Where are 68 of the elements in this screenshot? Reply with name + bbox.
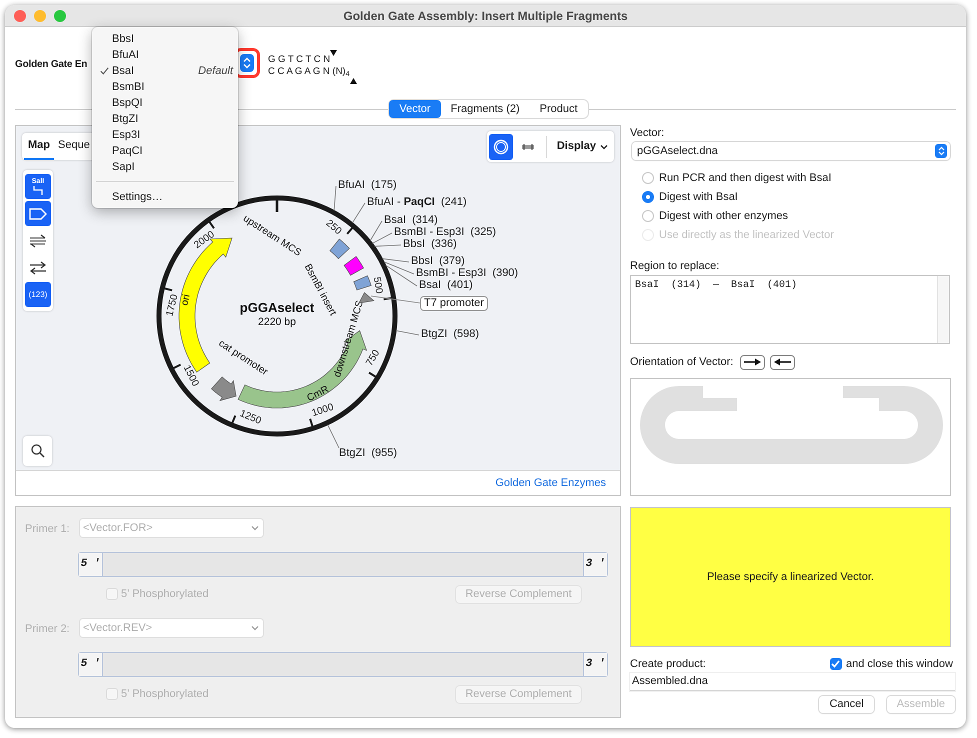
site-label[interactable]: BsaI (314): [384, 214, 438, 227]
radio-label: Use directly as the linearized Vector: [659, 228, 834, 243]
menu-item[interactable]: BbsI: [96, 31, 234, 47]
scale-label: 1000: [310, 402, 336, 420]
primer-label: Primer 1:: [25, 523, 70, 535]
region-label: Region to replace:: [630, 259, 720, 272]
radio-label: Run PCR and then digest with BsaI: [659, 170, 832, 186]
feature-label: CmR: [305, 384, 331, 404]
site-sequence-top: G G T C T C N: [268, 54, 330, 66]
orientation-label: Orientation of Vector:: [630, 354, 734, 370]
tab[interactable]: Vector: [389, 100, 441, 118]
product-label: Create product:: [630, 656, 706, 672]
radio-label: Digest with BsaI: [659, 190, 738, 205]
scale-label: 1750: [164, 293, 180, 318]
checkbox-label: and close this window: [846, 656, 953, 672]
message-text: Please specify a linearized Vector.: [707, 570, 874, 585]
radio-label: Digest with other enzymes: [659, 208, 788, 224]
menu-item[interactable]: BtgZI: [96, 111, 234, 127]
five-prime-label: 5 ': [79, 553, 103, 576]
checkbox-label: 5’ Phosphorylated: [121, 586, 209, 602]
plasmid-length: 2220 bp: [258, 316, 296, 328]
region-text: BsaI (314) — BsaI (401): [634, 278, 798, 293]
checkbox-label: 5’ Phosphorylated: [121, 686, 209, 702]
three-prime-label: 3 ': [583, 653, 607, 676]
scale-label: 1500: [180, 364, 201, 388]
enzymes-link[interactable]: Golden Gate Enzymes: [495, 474, 606, 492]
view-tab[interactable]: Seque: [54, 133, 94, 160]
scale-label: 750: [364, 348, 382, 368]
site-label[interactable]: BfuAI - PaqCI (241): [367, 196, 467, 209]
feature-label: ori: [179, 293, 193, 307]
view-tab[interactable]: Map: [24, 133, 54, 160]
vector-label: Vector:: [630, 126, 666, 139]
menu-item[interactable]: SapI: [96, 159, 234, 175]
region-text-area[interactable]: BsaI (314) — BsaI (401): [630, 275, 950, 344]
tab[interactable]: Fragments (2): [440, 100, 530, 118]
menu-item[interactable]: BfuAI: [96, 47, 234, 63]
site-label[interactable]: BsmBI - Esp3I (325): [394, 226, 496, 239]
dialog-button[interactable]: Cancel: [819, 696, 874, 713]
menu-item[interactable]: BsaI Default: [96, 63, 234, 79]
three-prime-label: 3 ': [583, 553, 607, 576]
enzyme-label: Golden Gate En: [15, 59, 88, 70]
site-label[interactable]: BtgZI (955): [339, 447, 398, 460]
plasmid-name: pGGAselect: [240, 300, 314, 315]
site-sequence-bottom: C C A G A G N (N)$_{4}$: [268, 66, 350, 78]
site-label[interactable]: BsaI (401): [419, 279, 473, 292]
scale-label: 1250: [238, 408, 263, 427]
menu-item[interactable]: Settings…: [92, 189, 238, 205]
product-name-field[interactable]: Assembled.dna: [630, 673, 955, 691]
menu-item[interactable]: PaqCI: [96, 143, 234, 159]
menu-item[interactable]: BsmBI: [96, 79, 234, 95]
menu-item[interactable]: BspQI: [96, 95, 234, 111]
site-label[interactable]: BbsI (336): [403, 238, 457, 251]
site-label[interactable]: BbsI (379): [411, 255, 465, 268]
vector-dropdown[interactable]: pGGAselect.dna: [632, 142, 950, 160]
window-title: Golden Gate Assembly: Insert Multiple Fragments: [343, 8, 628, 24]
default-note: Default: [198, 64, 234, 79]
numbers-toggle-button[interactable]: (123): [25, 282, 51, 307]
scale-label: 500: [370, 276, 384, 294]
scale-label: 250: [324, 218, 344, 238]
site-label[interactable]: BtgZI (598): [421, 328, 480, 341]
primer-label: Primer 2:: [25, 623, 70, 635]
five-prime-label: 5 ': [79, 653, 103, 676]
display-menu-button[interactable]: Display: [552, 138, 612, 155]
menu-item[interactable]: Esp3I: [96, 127, 234, 143]
feature-label: T7 promoter: [420, 296, 488, 311]
tab[interactable]: Product: [530, 100, 588, 118]
site-label[interactable]: BfuAI (175): [338, 179, 397, 192]
site-label[interactable]: BsmBI - Esp3I (390): [416, 267, 518, 280]
